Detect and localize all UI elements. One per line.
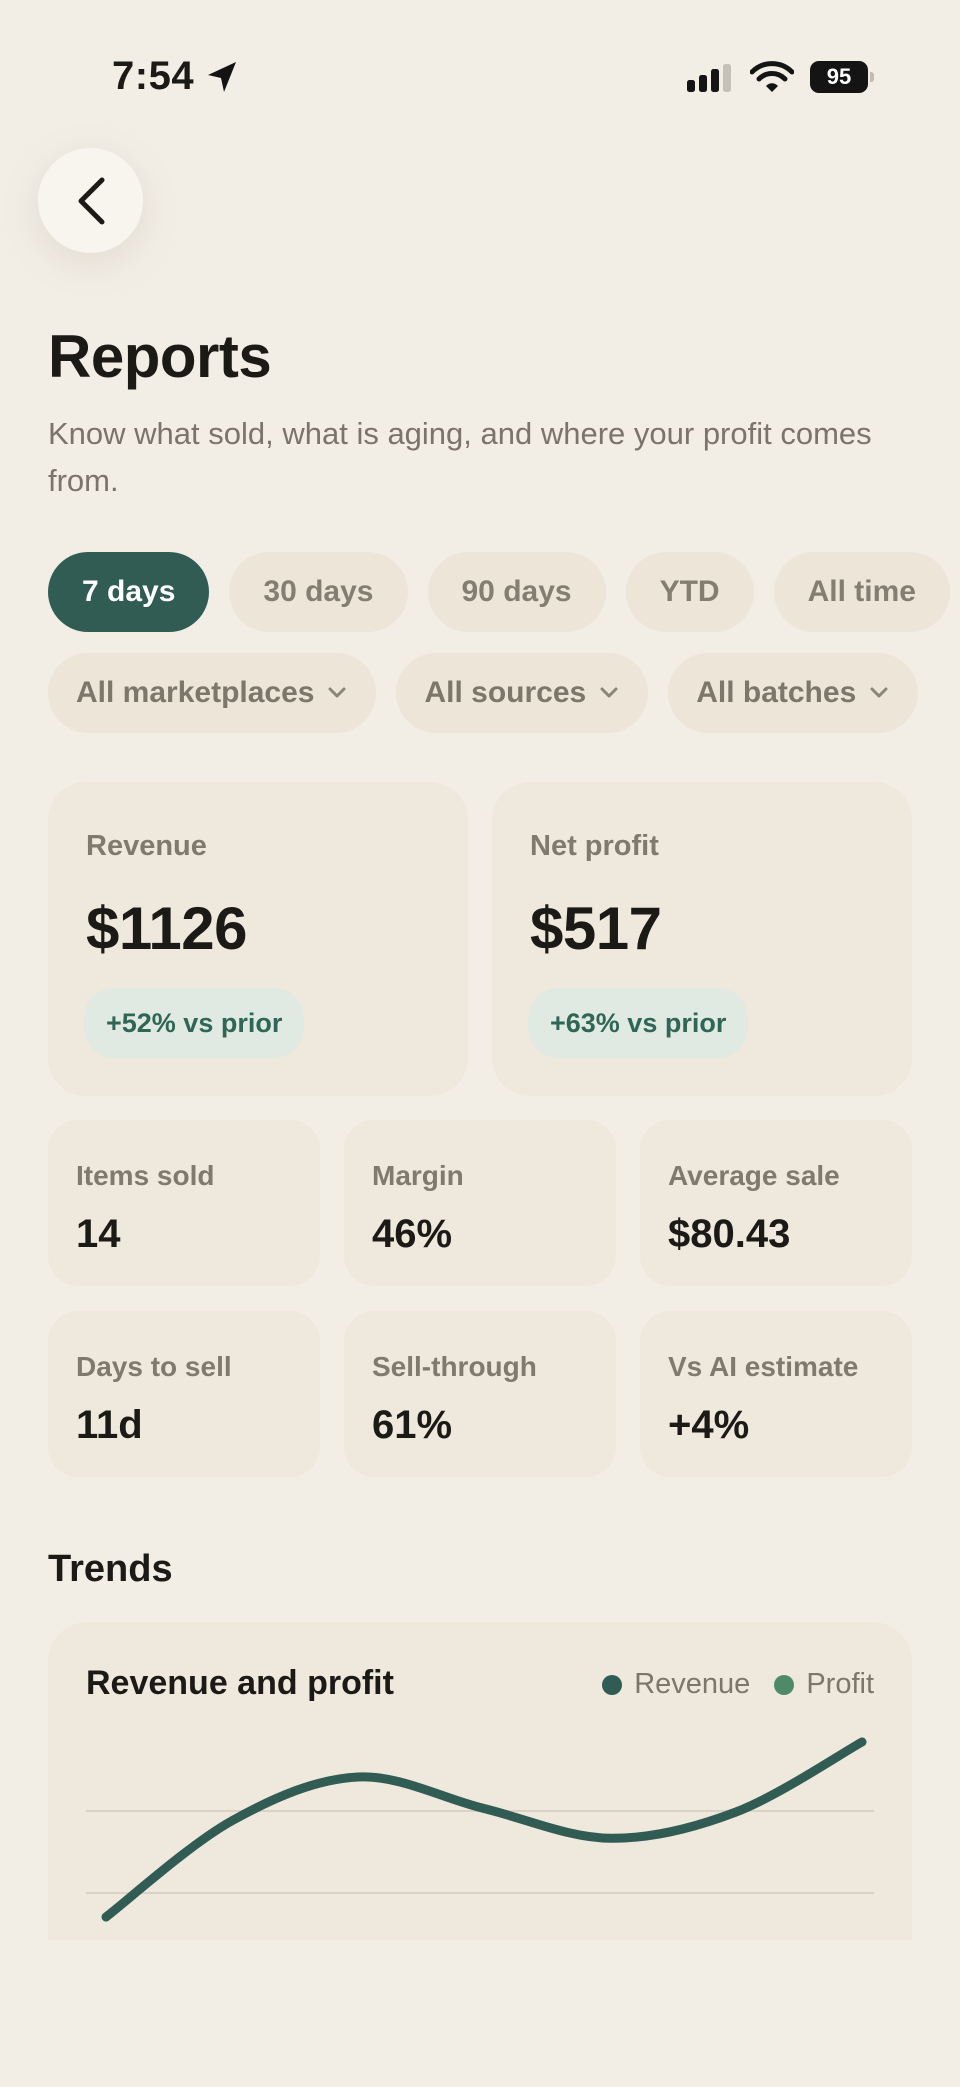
stat-label: Margin (372, 1160, 464, 1191)
batch-filter-dropdown[interactable]: All batches (668, 653, 919, 733)
chevron-down-icon (600, 687, 618, 698)
period-chip-all-time[interactable]: All time (773, 552, 950, 632)
trends-section-title: Trends (48, 1548, 173, 1590)
legend-item-revenue: Revenue (602, 1668, 750, 1701)
stat-card-items-sold[interactable]: Items sold 14 (48, 1120, 320, 1286)
batch-filter-label: All batches (696, 676, 857, 709)
stat-card-average-sale[interactable]: Average sale $80.43 (640, 1120, 912, 1286)
stat-value: 11d (76, 1403, 143, 1447)
net-profit-value: $517 (530, 895, 662, 962)
revenue-card[interactable]: Revenue $1126 +52% vs prior (48, 782, 468, 1096)
legend-item-profit: Profit (774, 1668, 874, 1701)
stat-card-days-to-sell[interactable]: Days to sell 11d (48, 1311, 320, 1477)
marketplace-filter-label: All marketplaces (76, 676, 315, 709)
legend-label: Revenue (634, 1668, 751, 1700)
page-title: Reports (48, 323, 272, 390)
chevron-left-icon (78, 177, 104, 224)
status-time: 7:54 (112, 54, 195, 98)
status-bar: 7:54 95 (0, 52, 960, 102)
chart-legend: Revenue Profit (602, 1668, 874, 1701)
wifi-icon (749, 60, 795, 99)
stat-card-margin[interactable]: Margin 46% (344, 1120, 616, 1286)
period-selector: 7 days 30 days 90 days YTD All time (48, 552, 950, 632)
legend-label: Profit (806, 1668, 874, 1700)
revenue-label: Revenue (86, 830, 207, 862)
reports-screen: 7:54 95 Reports Know what sold, what is … (0, 0, 960, 2087)
stat-label: Days to sell (76, 1351, 232, 1382)
period-chip-7-days[interactable]: 7 days (48, 552, 210, 632)
stat-value: 14 (76, 1212, 121, 1256)
stat-value: 46% (372, 1212, 453, 1256)
period-chip-30-days[interactable]: 30 days (229, 552, 408, 632)
revenue-profit-chart-card: Revenue and profit Revenue Profit (48, 1622, 912, 1940)
stat-label: Average sale (668, 1160, 840, 1191)
source-filter-label: All sources (424, 676, 587, 709)
location-arrow-icon (206, 60, 238, 99)
source-filter-dropdown[interactable]: All sources (396, 653, 649, 733)
chevron-down-icon (870, 687, 888, 698)
revenue-delta-badge: +52% vs prior (84, 988, 305, 1058)
legend-dot (602, 1674, 623, 1695)
stat-label: Sell-through (372, 1351, 537, 1382)
period-chip-ytd[interactable]: YTD (625, 552, 754, 632)
stat-value: +4% (668, 1403, 750, 1447)
stat-value: 61% (372, 1403, 453, 1447)
page-subtitle: Know what sold, what is aging, and where… (48, 416, 872, 498)
stat-label: Items sold (76, 1160, 215, 1191)
stat-label: Vs AI estimate (668, 1351, 859, 1382)
net-profit-card[interactable]: Net profit $517 +63% vs prior (492, 782, 912, 1096)
filter-bar: All marketplaces All sources All batches (48, 653, 919, 733)
marketplace-filter-dropdown[interactable]: All marketplaces (48, 653, 377, 733)
legend-dot (774, 1674, 795, 1695)
net-profit-delta-badge: +63% vs prior (528, 988, 749, 1058)
battery-icon: 95 (810, 61, 874, 93)
stat-card-vs-ai-estimate[interactable]: Vs AI estimate +4% (640, 1311, 912, 1477)
cellular-signal-icon (687, 64, 735, 99)
series-line-revenue (101, 1737, 867, 1922)
stat-card-sell-through[interactable]: Sell-through 61% (344, 1311, 616, 1477)
revenue-value: $1126 (86, 895, 248, 962)
battery-level: 95 (810, 61, 868, 93)
chart-title: Revenue and profit (86, 1664, 394, 1702)
back-button[interactable] (38, 148, 143, 253)
net-profit-label: Net profit (530, 830, 659, 862)
period-chip-90-days[interactable]: 90 days (427, 552, 606, 632)
chevron-down-icon (328, 687, 346, 698)
stat-value: $80.43 (668, 1212, 791, 1256)
